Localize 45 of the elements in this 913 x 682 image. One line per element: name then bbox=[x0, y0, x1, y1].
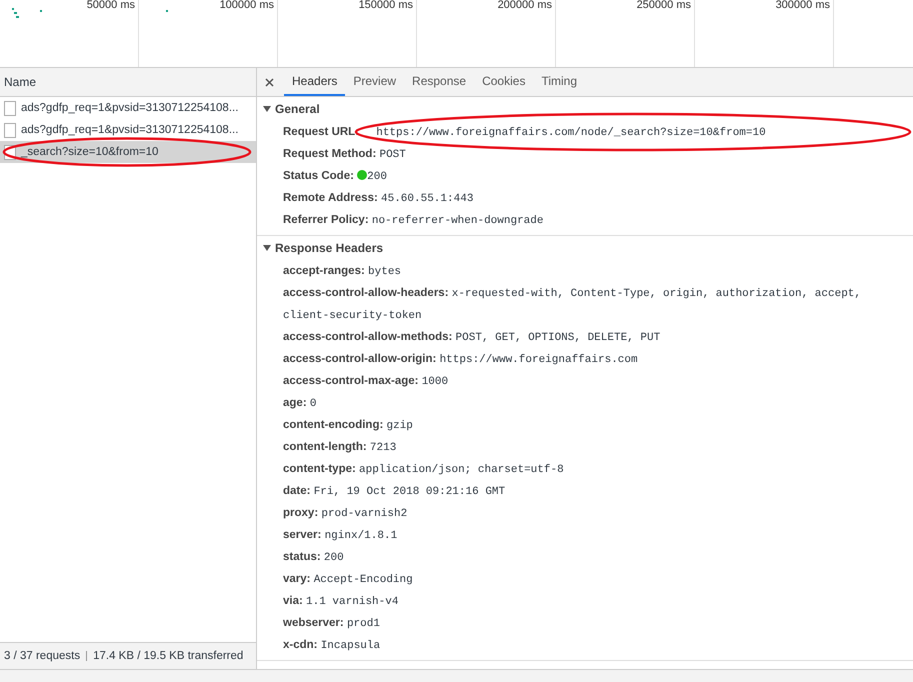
tick-label: 250000 ms bbox=[636, 0, 692, 11]
header-entry: accept-ranges: bytes bbox=[283, 264, 402, 280]
request-row[interactable]: ads?gdfp_req=1&pvsid=3130712254108... bbox=[0, 119, 256, 141]
header-entry: status: 200 bbox=[283, 550, 345, 566]
header-entry: access-control-allow-methods: POST, GET, OPTIONS, DELETE, PUT bbox=[283, 330, 662, 346]
header-entry: Status Code: 200 bbox=[283, 169, 388, 185]
tab[interactable]: Cookies bbox=[474, 68, 534, 96]
expanded-triangle-icon bbox=[263, 244, 271, 252]
expanded-triangle-icon bbox=[263, 105, 271, 113]
header-entry: age: 0 bbox=[283, 396, 318, 412]
header-entry: access-control-allow-origin: https://www.foreignaffairs.com bbox=[283, 352, 639, 368]
header-entry: via: 1.1 varnish-v4 bbox=[283, 594, 400, 610]
transfer-size: 17.4 KB / 19.5 KB transferred bbox=[93, 650, 244, 662]
header-entry: content-type: application/json; charset=utf-8 bbox=[283, 462, 565, 478]
file-icon bbox=[4, 100, 16, 116]
tab[interactable]: Preview bbox=[345, 68, 404, 96]
tab[interactable]: Response bbox=[404, 68, 474, 96]
header-entry: vary: Accept-Encoding bbox=[283, 572, 414, 588]
header-entry: webserver: prod1 bbox=[283, 616, 381, 632]
request-count: 3 / 37 requests bbox=[4, 650, 80, 662]
header-entry: x-cdn: Incapsula bbox=[283, 638, 382, 654]
request-row[interactable]: ads?gdfp_req=1&pvsid=3130712254108... bbox=[0, 97, 256, 119]
tick-label: 50000 ms bbox=[86, 0, 136, 11]
tick-label: 200000 ms bbox=[498, 0, 553, 11]
header-entry: proxy: prod-varnish2 bbox=[283, 506, 408, 522]
header-entry: content-encoding: gzip bbox=[283, 418, 414, 434]
column-header[interactable]: Name bbox=[0, 68, 256, 97]
tab[interactable]: Timing bbox=[533, 68, 586, 96]
request-row[interactable]: _search?size=10&from=10 bbox=[0, 141, 256, 163]
section-header[interactable]: Response Headers bbox=[257, 236, 913, 260]
file-icon bbox=[4, 122, 16, 138]
header-entry: Remote Address: 45.60.55.1:443 bbox=[283, 191, 474, 207]
status-dot-icon bbox=[357, 170, 368, 180]
header-entry: Request Method: POST bbox=[283, 147, 407, 163]
header-entry: server: nginx/1.8.1 bbox=[283, 528, 398, 544]
tick-label: 300000 ms bbox=[776, 0, 831, 11]
tab[interactable]: Headers bbox=[284, 68, 346, 96]
header-entry: access-control-allow-headers: x-requested-with, Content-Type, origin, authorization, accept, client-security-token bbox=[283, 286, 862, 324]
tick-label: 150000 ms bbox=[358, 0, 414, 11]
section-header[interactable]: General bbox=[257, 97, 913, 121]
tick-label: 100000 ms bbox=[220, 0, 275, 11]
header-entry: Referrer Policy: no-referrer-when-downgrade bbox=[283, 213, 544, 229]
header-entry: content-length: 7213 bbox=[283, 440, 398, 456]
header-entry: date: Fri, 19 Oct 2018 09:21:16 GMT bbox=[283, 484, 506, 500]
header-entry: access-control-max-age: 1000 bbox=[283, 374, 450, 390]
